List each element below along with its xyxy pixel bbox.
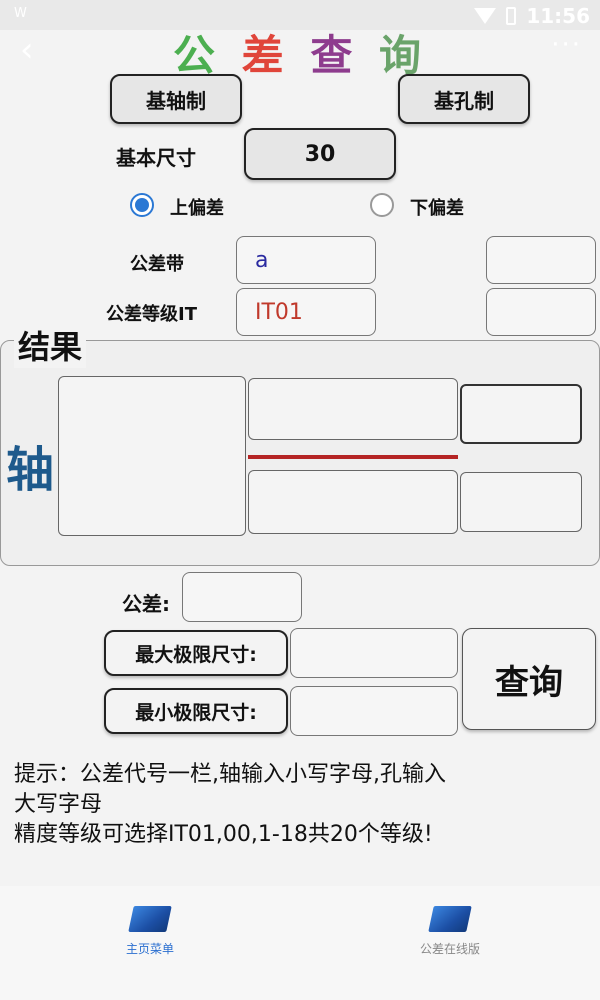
nav-label-online-tolerance: 公差在线版 [419,942,480,956]
shaft-system-button[interactable]: 基轴制 [110,74,242,124]
grade-input[interactable]: IT01 [236,288,376,336]
max-limit-label: 最大极限尺寸: [104,630,288,676]
result-lower-value-box [460,472,582,532]
hint-line-2: 大写字母 [14,792,103,817]
tolerance-value-box [182,572,302,622]
radio-selected-dot [135,198,149,212]
title-char-3: 查 [310,31,359,80]
grade-value: IT01 [255,299,303,325]
lower-deviation-label: 下偏差 [410,198,464,219]
basic-size-input[interactable]: 30 [244,128,396,180]
title-char-2: 差 [241,31,290,80]
min-limit-value-box [290,686,458,736]
tolerance-label: 公差: [122,592,170,616]
hole-system-button[interactable]: 基孔制 [398,74,530,124]
nav-item-home-menu[interactable]: 主页菜单 [0,886,300,1000]
result-lower-box [248,470,458,534]
nav-label-home-menu: 主页菜单 [125,942,174,956]
home-menu-icon [128,906,172,932]
result-title: 结果 [14,322,87,368]
result-diagram-box [58,376,246,536]
hint-line-1: 提示：公差代号一栏,轴输入小写字母,孔输入 [14,762,446,787]
lower-deviation-radio[interactable] [370,193,394,217]
result-upper-box [248,378,458,440]
query-button[interactable]: 查询 [462,628,596,730]
notification-icon: W [14,6,27,21]
tolerance-zone-input-2[interactable] [486,236,596,284]
upper-deviation-radio[interactable] [130,193,154,217]
online-tolerance-icon [428,906,472,932]
max-limit-value-box [290,628,458,678]
tolerance-zone-label: 公差带 [130,254,184,275]
zero-line [248,455,458,459]
hint-text: 提示：公差代号一栏,轴输入小写字母,孔输入 大写字母 精度等级可选择IT01,0… [14,760,594,850]
grade-input-2[interactable] [486,288,596,336]
result-upper-value-box [460,384,582,444]
min-limit-label: 最小极限尺寸: [104,688,288,734]
axis-label: 轴 [6,442,55,498]
upper-deviation-label: 上偏差 [170,198,224,219]
hint-line-3: 精度等级可选择IT01,00,1-18共20个等级! [14,822,433,847]
grade-label: 公差等级IT [106,304,197,325]
basic-size-label: 基本尺寸 [116,146,196,170]
nav-item-online-tolerance[interactable]: 公差在线版 [300,886,600,1000]
tolerance-zone-input[interactable]: a [236,236,376,284]
tolerance-zone-value: a [255,247,269,273]
